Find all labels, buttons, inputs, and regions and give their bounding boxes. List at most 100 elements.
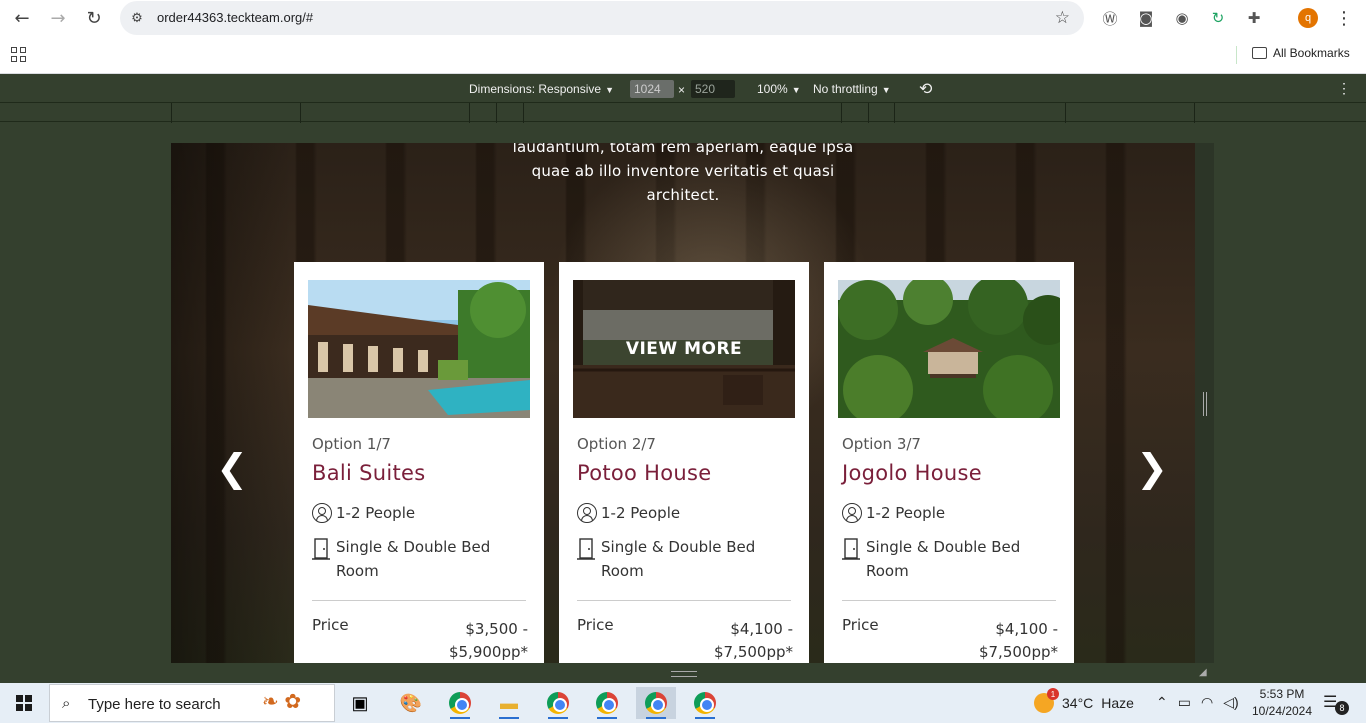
height-input[interactable]: 520 bbox=[691, 80, 735, 98]
room-photo[interactable]: VIEW MORE bbox=[573, 280, 795, 418]
robot-extension-icon[interactable]: ◉ bbox=[1172, 8, 1192, 28]
reload-icon[interactable]: ↻ bbox=[82, 6, 106, 30]
carousel-next-button[interactable]: ❯ bbox=[1135, 446, 1169, 490]
resort-pool-image bbox=[308, 280, 530, 418]
room-card[interactable]: Option 1/7 Bali Suites 1-2 People Single… bbox=[294, 262, 544, 663]
price-label: Price bbox=[312, 616, 349, 634]
dimension-times: × bbox=[678, 83, 686, 97]
weather-widget[interactable]: 1 34°C Haze bbox=[1034, 688, 1134, 713]
profile-avatar[interactable]: q bbox=[1298, 8, 1318, 28]
occupancy: 1-2 People bbox=[312, 503, 415, 523]
price-range-start: $4,100 - bbox=[730, 620, 793, 638]
option-label: Option 3/7 bbox=[842, 435, 921, 453]
chrome-taskbar-icon-active[interactable] bbox=[636, 687, 676, 719]
bookmark-star-icon[interactable]: ☆ bbox=[1055, 8, 1070, 28]
view-more-overlay[interactable]: VIEW MORE bbox=[573, 280, 795, 418]
bed-type-text: Single & Double Bed Room bbox=[336, 538, 491, 580]
price-range-start: $3,500 - bbox=[465, 620, 528, 638]
chrome-taskbar-icon[interactable] bbox=[440, 687, 480, 719]
room-card[interactable]: Option 3/7 Jogolo House 1-2 People Singl… bbox=[824, 262, 1074, 663]
weather-condition: Haze bbox=[1101, 695, 1134, 711]
browser-toolbar: ← → ↻ ⚙ order44363.teckteam.org/# ☆ Ⓦ ◙ … bbox=[0, 0, 1366, 36]
card-divider bbox=[842, 600, 1056, 601]
site-info-icon[interactable]: ⚙ bbox=[128, 9, 146, 27]
room-name[interactable]: Jogolo House bbox=[842, 461, 982, 485]
taskbar-search[interactable]: ⌕ Type here to search ❧ ✿ bbox=[49, 684, 335, 722]
throttling-label: No throttling bbox=[813, 82, 878, 96]
clock-time: 5:53 PM bbox=[1259, 687, 1305, 701]
viewport-resize-corner[interactable]: ◢ bbox=[1199, 667, 1211, 679]
notification-center-icon[interactable]: ☰ 8 bbox=[1323, 692, 1349, 715]
chrome-taskbar-icon[interactable] bbox=[587, 687, 627, 719]
price-range-start: $4,100 - bbox=[995, 620, 1058, 638]
door-icon bbox=[842, 538, 860, 560]
sync-extension-icon[interactable]: ↻ bbox=[1208, 8, 1228, 28]
viewport-resize-handle-bottom[interactable] bbox=[671, 671, 697, 677]
occupancy-text: 1-2 People bbox=[866, 504, 946, 522]
media-query-ruler[interactable] bbox=[0, 102, 1366, 123]
carousel-prev-button[interactable]: ❮ bbox=[215, 446, 249, 490]
chrome-taskbar-icon[interactable] bbox=[685, 687, 725, 719]
room-name[interactable]: Bali Suites bbox=[312, 461, 426, 485]
price-range-end: $7,500pp* bbox=[978, 643, 1058, 661]
throttling-select[interactable]: No throttling ▼ bbox=[813, 82, 891, 96]
search-icon: ⌕ bbox=[62, 695, 71, 712]
rotate-icon[interactable]: ⟲ bbox=[919, 79, 932, 99]
viewport-resize-handle-right[interactable] bbox=[1203, 392, 1207, 416]
battery-icon[interactable]: ▭ bbox=[1178, 694, 1191, 711]
room-card[interactable]: VIEW MORE Option 2/7 Potoo House 1-2 Peo… bbox=[559, 262, 809, 663]
search-placeholder: Type here to search bbox=[88, 696, 221, 713]
width-input[interactable]: 1024 bbox=[630, 80, 674, 98]
option-label: Option 1/7 bbox=[312, 435, 391, 453]
apps-grid-icon[interactable] bbox=[11, 47, 27, 63]
intro-line: quae ab illo inventore veritatis et quas… bbox=[531, 162, 835, 180]
address-bar[interactable]: ⚙ order44363.teckteam.org/# ☆ bbox=[120, 1, 1084, 35]
system-tray: ⌃ ▭ ◠ ◁) bbox=[1156, 694, 1239, 711]
forest-shadow bbox=[171, 143, 291, 663]
person-icon bbox=[312, 503, 332, 523]
url-text[interactable]: order44363.teckteam.org/# bbox=[157, 10, 313, 25]
task-view-icon[interactable]: ▣ bbox=[340, 687, 380, 719]
option-label: Option 2/7 bbox=[577, 435, 656, 453]
price-value: $4,100 - $7,500pp* bbox=[673, 618, 793, 663]
device-toolbar-menu-icon[interactable]: ⋮ bbox=[1337, 80, 1351, 97]
occupancy-text: 1-2 People bbox=[601, 504, 681, 522]
intro-line: architect. bbox=[646, 186, 720, 204]
paint-app-icon[interactable]: 🎨 bbox=[391, 687, 431, 719]
wifi-icon[interactable]: ◠ bbox=[1201, 694, 1213, 711]
price-label: Price bbox=[842, 616, 879, 634]
file-explorer-icon[interactable]: ▬ bbox=[489, 687, 529, 719]
chrome-taskbar-icon[interactable] bbox=[538, 687, 578, 719]
door-icon bbox=[577, 538, 595, 560]
room-photo[interactable] bbox=[308, 280, 530, 418]
bed-type-text: Single & Double Bed Room bbox=[866, 538, 1021, 580]
dimensions-select[interactable]: Dimensions: Responsive ▼ bbox=[469, 82, 614, 96]
page-viewport: laudantium, totam rem aperiam, eaque ips… bbox=[171, 143, 1195, 663]
extensions-puzzle-icon[interactable]: ✚ bbox=[1244, 8, 1264, 28]
card-divider bbox=[312, 600, 526, 601]
price-range-end: $5,900pp* bbox=[448, 643, 528, 661]
weather-sun-icon: 1 bbox=[1034, 688, 1059, 713]
price-label: Price bbox=[577, 616, 614, 634]
chevron-down-icon: ▼ bbox=[791, 85, 801, 95]
clock[interactable]: 5:53 PM 10/24/2024 bbox=[1250, 686, 1314, 720]
weather-badge: 1 bbox=[1047, 688, 1059, 700]
all-bookmarks-button[interactable]: All Bookmarks bbox=[1252, 46, 1350, 60]
occupancy: 1-2 People bbox=[842, 503, 945, 523]
price-value: $3,500 - $5,900pp* bbox=[408, 618, 528, 663]
camera-extension-icon[interactable]: ◙ bbox=[1136, 8, 1156, 28]
forward-icon[interactable]: → bbox=[46, 6, 70, 30]
room-name[interactable]: Potoo House bbox=[577, 461, 711, 485]
back-icon[interactable]: ← bbox=[10, 6, 34, 30]
chevron-up-icon[interactable]: ⌃ bbox=[1156, 694, 1168, 711]
windows-logo-icon bbox=[16, 695, 32, 711]
zoom-select[interactable]: 100% ▼ bbox=[757, 82, 801, 96]
price-value: $4,100 - $7,500pp* bbox=[938, 618, 1058, 663]
browser-menu-icon[interactable]: ⋮ bbox=[1334, 6, 1354, 30]
start-button[interactable] bbox=[0, 683, 48, 723]
jungle-house-image bbox=[838, 280, 1060, 418]
door-icon bbox=[312, 538, 330, 560]
room-photo[interactable] bbox=[838, 280, 1060, 418]
wordpress-extension-icon[interactable]: Ⓦ bbox=[1100, 8, 1120, 28]
volume-icon[interactable]: ◁) bbox=[1223, 694, 1238, 711]
